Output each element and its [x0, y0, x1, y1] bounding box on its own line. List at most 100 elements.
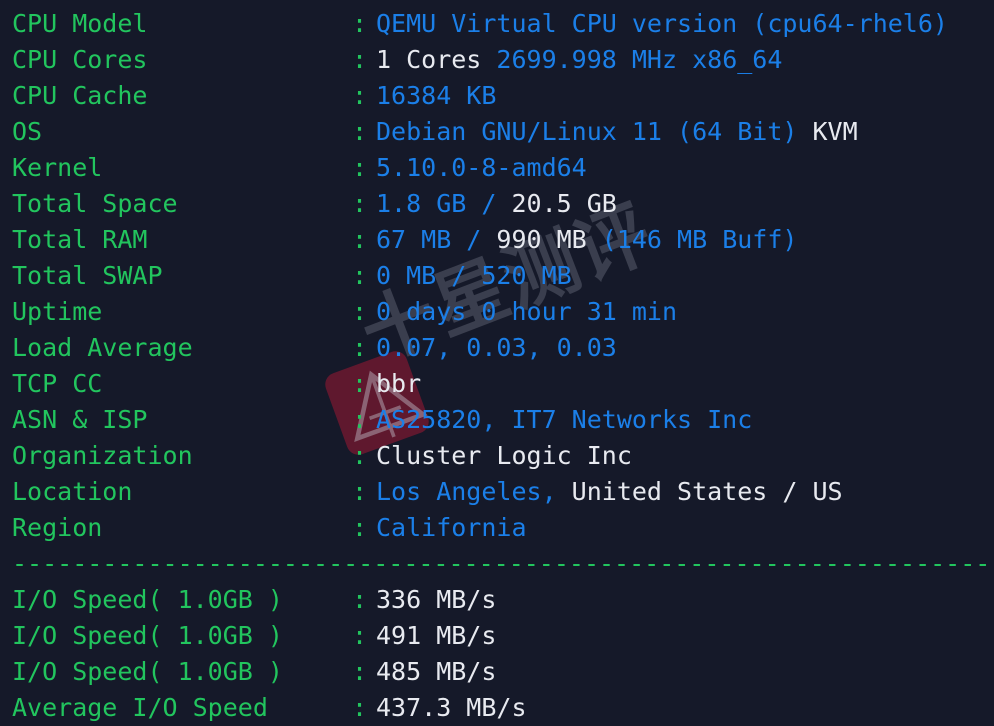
- value-segment: 2699.998 MHz x86_64: [496, 45, 783, 74]
- value-segment: Debian GNU/Linux 11 (64 Bit): [376, 117, 813, 146]
- row-colon: :: [352, 585, 368, 614]
- row-colon: :: [352, 513, 368, 542]
- row-value: AS25820, IT7 Networks Inc: [376, 405, 752, 434]
- value-segment: 1.8 GB /: [376, 189, 512, 218]
- row-colon: :: [352, 621, 368, 650]
- value-segment: United States / US: [571, 477, 843, 506]
- row-colon: :: [352, 441, 368, 470]
- row-value: 1 Cores 2699.998 MHz x86_64: [376, 45, 782, 74]
- row-label: Uptime: [12, 297, 103, 326]
- value-segment: 990 MB: [496, 225, 602, 254]
- row-label: Total RAM: [12, 225, 148, 254]
- terminal-window: 十星测评 CPU Model: QEMU Virtual CPU version …: [0, 0, 994, 726]
- row-colon: :: [352, 693, 368, 722]
- row-colon: :: [352, 657, 368, 686]
- row-label: Load Average: [12, 333, 193, 362]
- value-segment: Cluster Logic Inc: [376, 441, 632, 470]
- value-segment: 20.5 GB: [511, 189, 617, 218]
- terminal-output: CPU Model: QEMU Virtual CPU version (cpu6…: [0, 0, 994, 726]
- system-info-row: Total SWAP:0 MB / 520 MB: [12, 258, 994, 294]
- row-label: I/O Speed( 1.0GB ): [12, 585, 283, 614]
- row-colon: :: [352, 45, 368, 74]
- system-info-row: Uptime:0 days 0 hour 31 min: [12, 294, 994, 330]
- row-value: 5.10.0-8-amd64: [376, 153, 587, 182]
- value-segment: bbr: [376, 369, 422, 398]
- row-colon: :: [352, 189, 368, 218]
- row-value: 336 MB/s: [376, 585, 496, 614]
- row-value: Debian GNU/Linux 11 (64 Bit) KVM: [376, 117, 858, 146]
- value-segment: 5.10.0-8-amd64: [376, 153, 587, 182]
- value-segment: 67 MB /: [376, 225, 497, 254]
- row-label: Kernel: [12, 153, 103, 182]
- value-segment: 0.07, 0.03, 0.03: [376, 333, 617, 362]
- row-label: Organization: [12, 441, 193, 470]
- system-info-row: Region: California: [12, 510, 994, 546]
- row-colon: :: [352, 9, 368, 38]
- row-value: 0 days 0 hour 31 min: [376, 297, 677, 326]
- system-info-row: CPU Cache:16384 KB: [12, 78, 994, 114]
- system-info-row: CPU Model: QEMU Virtual CPU version (cpu6…: [12, 6, 994, 42]
- row-label: Region: [12, 513, 103, 542]
- value-segment: QEMU Virtual CPU version (cpu64-rhel6): [376, 9, 948, 38]
- row-colon: :: [352, 405, 368, 434]
- row-colon: :: [352, 225, 368, 254]
- system-info-row: Load Average:0.07, 0.03, 0.03: [12, 330, 994, 366]
- value-segment: AS25820, IT7 Networks Inc: [376, 405, 753, 434]
- value-segment: 437.3 MB/s: [376, 693, 527, 722]
- value-segment: 485 MB/s: [376, 657, 497, 686]
- io-speed-row: Average I/O Speed:437.3 MB/s: [12, 690, 994, 726]
- row-value: 1.8 GB / 20.5 GB: [376, 189, 617, 218]
- row-label: CPU Model: [12, 9, 148, 38]
- system-info-row: ASN & ISP: AS25820, IT7 Networks Inc: [12, 402, 994, 438]
- system-info-row: Kernel:5.10.0-8-amd64: [12, 150, 994, 186]
- value-segment: California: [376, 513, 527, 542]
- row-colon: :: [352, 81, 368, 110]
- value-segment: 16384 KB: [376, 81, 497, 110]
- value-segment: 491 MB/s: [376, 621, 497, 650]
- row-value: 0 MB / 520 MB: [376, 261, 572, 290]
- row-label: Total SWAP: [12, 261, 163, 290]
- system-info-row: Total RAM:67 MB / 990 MB (146 MB Buff): [12, 222, 994, 258]
- row-label: I/O Speed( 1.0GB ): [12, 621, 283, 650]
- row-colon: :: [352, 333, 368, 362]
- io-speed-row: I/O Speed( 1.0GB ):336 MB/s: [12, 582, 994, 618]
- row-value: 0.07, 0.03, 0.03: [376, 333, 617, 362]
- system-info-row: CPU Cores:1 Cores 2699.998 MHz x86_64: [12, 42, 994, 78]
- row-label: CPU Cores: [12, 45, 148, 74]
- row-value: 437.3 MB/s: [376, 693, 527, 722]
- row-colon: :: [352, 153, 368, 182]
- row-label: CPU Cache: [12, 81, 148, 110]
- row-label: ASN & ISP: [12, 405, 148, 434]
- value-segment: 0 days 0 hour 31 min: [376, 297, 678, 326]
- value-segment: (146 MB Buff): [601, 225, 798, 254]
- row-value: bbr: [376, 369, 421, 398]
- row-label: I/O Speed( 1.0GB ): [12, 657, 283, 686]
- row-value: 16384 KB: [376, 81, 496, 110]
- row-value: QEMU Virtual CPU version (cpu64-rhel6): [376, 9, 948, 38]
- value-segment: 336 MB/s: [376, 585, 497, 614]
- value-segment: 0 MB / 520 MB: [376, 261, 572, 290]
- value-segment: Los Angeles,: [376, 477, 572, 506]
- section-separator: ----------------------------------------…: [12, 549, 994, 578]
- row-value: Cluster Logic Inc: [376, 441, 632, 470]
- row-colon: :: [352, 117, 368, 146]
- row-value: 491 MB/s: [376, 621, 496, 650]
- system-info-row: Total Space:1.8 GB / 20.5 GB: [12, 186, 994, 222]
- row-value: California: [376, 513, 527, 542]
- system-info-row: Location: Los Angeles, United States / US: [12, 474, 994, 510]
- value-segment: KVM: [812, 117, 858, 146]
- row-label: OS: [12, 117, 43, 146]
- io-speed-row: I/O Speed( 1.0GB ):485 MB/s: [12, 654, 994, 690]
- row-label: TCP CC: [12, 369, 103, 398]
- row-colon: :: [352, 369, 368, 398]
- row-value: 485 MB/s: [376, 657, 496, 686]
- row-label: Location: [12, 477, 133, 506]
- system-info-row: TCP CC: bbr: [12, 366, 994, 402]
- row-label: Average I/O Speed: [12, 693, 268, 722]
- row-colon: :: [352, 297, 368, 326]
- system-info-row: OS: Debian GNU/Linux 11 (64 Bit) KVM: [12, 114, 994, 150]
- io-speed-row: I/O Speed( 1.0GB ):491 MB/s: [12, 618, 994, 654]
- row-label: Total Space: [12, 189, 178, 218]
- row-value: Los Angeles, United States / US: [376, 477, 843, 506]
- system-info-row: Organization: Cluster Logic Inc: [12, 438, 994, 474]
